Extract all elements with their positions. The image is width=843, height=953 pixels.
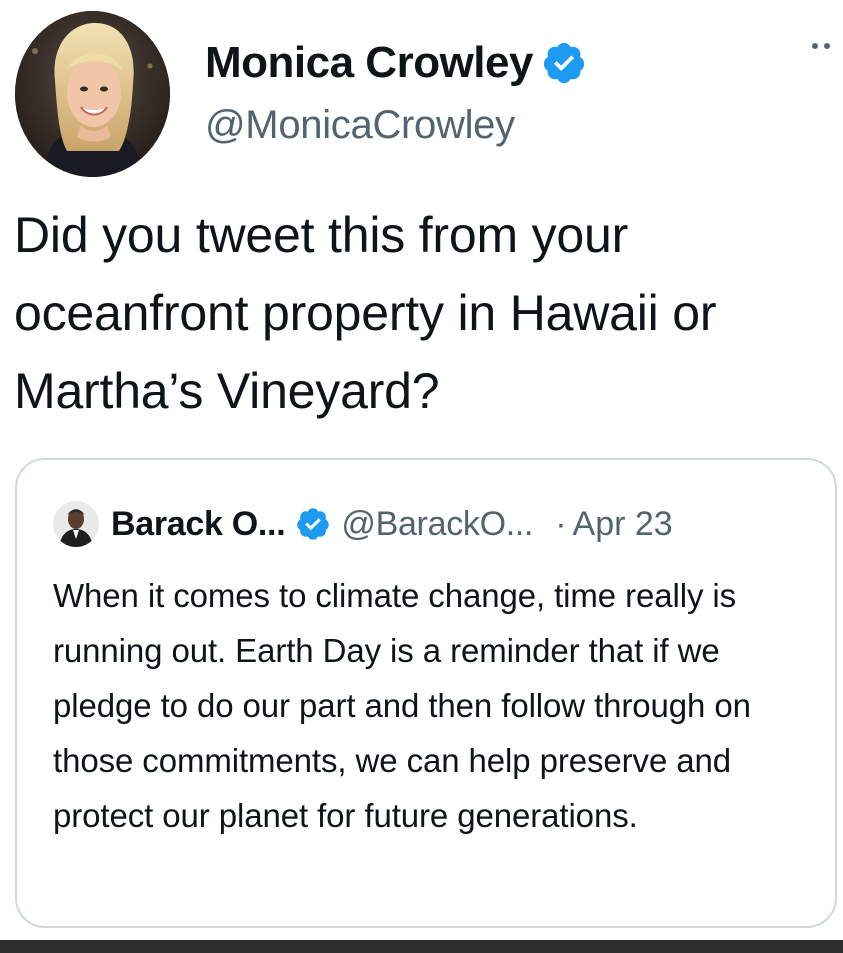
date-separator: ·: [555, 504, 567, 543]
author-name-row[interactable]: Monica Crowley: [205, 36, 587, 90]
author-avatar[interactable]: [15, 11, 170, 177]
verified-badge-icon: [541, 40, 587, 86]
quoted-tweet-header: Barack O... @BarackO... · Apr 23: [53, 498, 673, 550]
quoted-tweet-card[interactable]: Barack O... @BarackO... · Apr 23 When it…: [15, 458, 837, 928]
quoted-tweet-date[interactable]: Apr 23: [573, 505, 673, 544]
author-handle[interactable]: @MonicaCrowley: [205, 103, 515, 148]
author-name[interactable]: Monica Crowley: [205, 38, 533, 88]
more-dot: [824, 43, 830, 49]
bottom-bar: [0, 940, 843, 953]
quoted-author-avatar: [53, 501, 99, 547]
more-options-icon[interactable]: [806, 38, 836, 54]
quoted-author-name[interactable]: Barack O...: [111, 505, 286, 544]
more-dot: [812, 43, 818, 49]
tweet: Monica Crowley @MonicaCrowley Did you tw…: [0, 0, 843, 940]
quoted-tweet-text: When it comes to climate change, time re…: [53, 577, 751, 834]
tweet-text: Did you tweet this from your oceanfront …: [14, 207, 717, 419]
quoted-verified-badge-icon: [295, 506, 331, 542]
quoted-author-handle[interactable]: @BarackO...: [341, 505, 533, 544]
